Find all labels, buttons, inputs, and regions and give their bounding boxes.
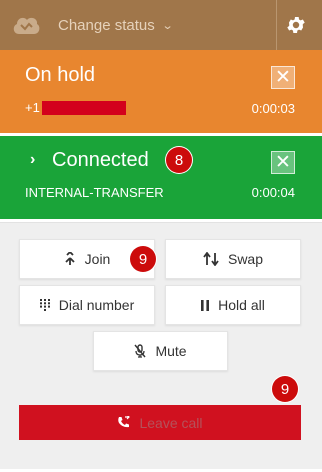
topbar-divider: [276, 0, 277, 50]
connected-close-button[interactable]: ✕: [271, 151, 295, 174]
change-status-button[interactable]: Change status ⌄: [58, 0, 174, 50]
connected-timer: 0:00:04: [251, 185, 295, 200]
hold-all-button[interactable]: Hold all: [165, 285, 301, 325]
pause-icon: [201, 299, 210, 311]
join-label: Join: [84, 251, 111, 267]
on-hold-call-card[interactable]: On hold ✕ +1 0:00:03: [0, 50, 322, 133]
mute-button[interactable]: Mute: [93, 331, 228, 371]
leave-call-button[interactable]: Leave call: [19, 405, 301, 440]
on-hold-title: On hold: [25, 64, 96, 86]
dialpad-icon: [39, 299, 50, 311]
microphone-off-icon: [134, 344, 146, 358]
dial-number-button[interactable]: Dial number: [19, 285, 155, 325]
join-step-badge: 9: [130, 246, 156, 272]
swap-label: Swap: [227, 251, 264, 267]
on-hold-number: +1: [25, 100, 126, 115]
connected-step-badge: 8: [166, 147, 192, 173]
dial-number-label: Dial number: [58, 297, 135, 313]
leave-step-badge: 9: [272, 376, 298, 402]
leave-call-label: Leave call: [139, 414, 203, 431]
on-hold-timer: 0:00:03: [251, 101, 295, 116]
merge-icon: [64, 252, 76, 266]
connected-call-card[interactable]: › Connected ✕ INTERNAL-TRANSFER 0:00:04: [0, 136, 322, 219]
phone-transfer-icon: [117, 416, 131, 429]
chevron-right-icon: ›: [30, 151, 36, 168]
on-hold-close-button[interactable]: ✕: [271, 66, 295, 89]
change-status-label: Change status: [58, 16, 155, 34]
hold-all-label: Hold all: [218, 297, 265, 313]
connected-title: Connected: [52, 149, 149, 171]
swap-icon: [203, 252, 219, 266]
connected-destination: INTERNAL-TRANSFER: [25, 185, 164, 200]
chevron-down-icon: ⌄: [161, 19, 174, 32]
cloud-phone-logo-icon: [13, 17, 40, 34]
mute-label: Mute: [155, 343, 187, 359]
swap-button[interactable]: Swap: [165, 239, 301, 279]
on-hold-number-prefix: +1: [25, 100, 40, 115]
top-bar: Change status ⌄: [0, 0, 322, 50]
gear-icon[interactable]: [285, 14, 307, 36]
redacted-number: [41, 100, 126, 115]
